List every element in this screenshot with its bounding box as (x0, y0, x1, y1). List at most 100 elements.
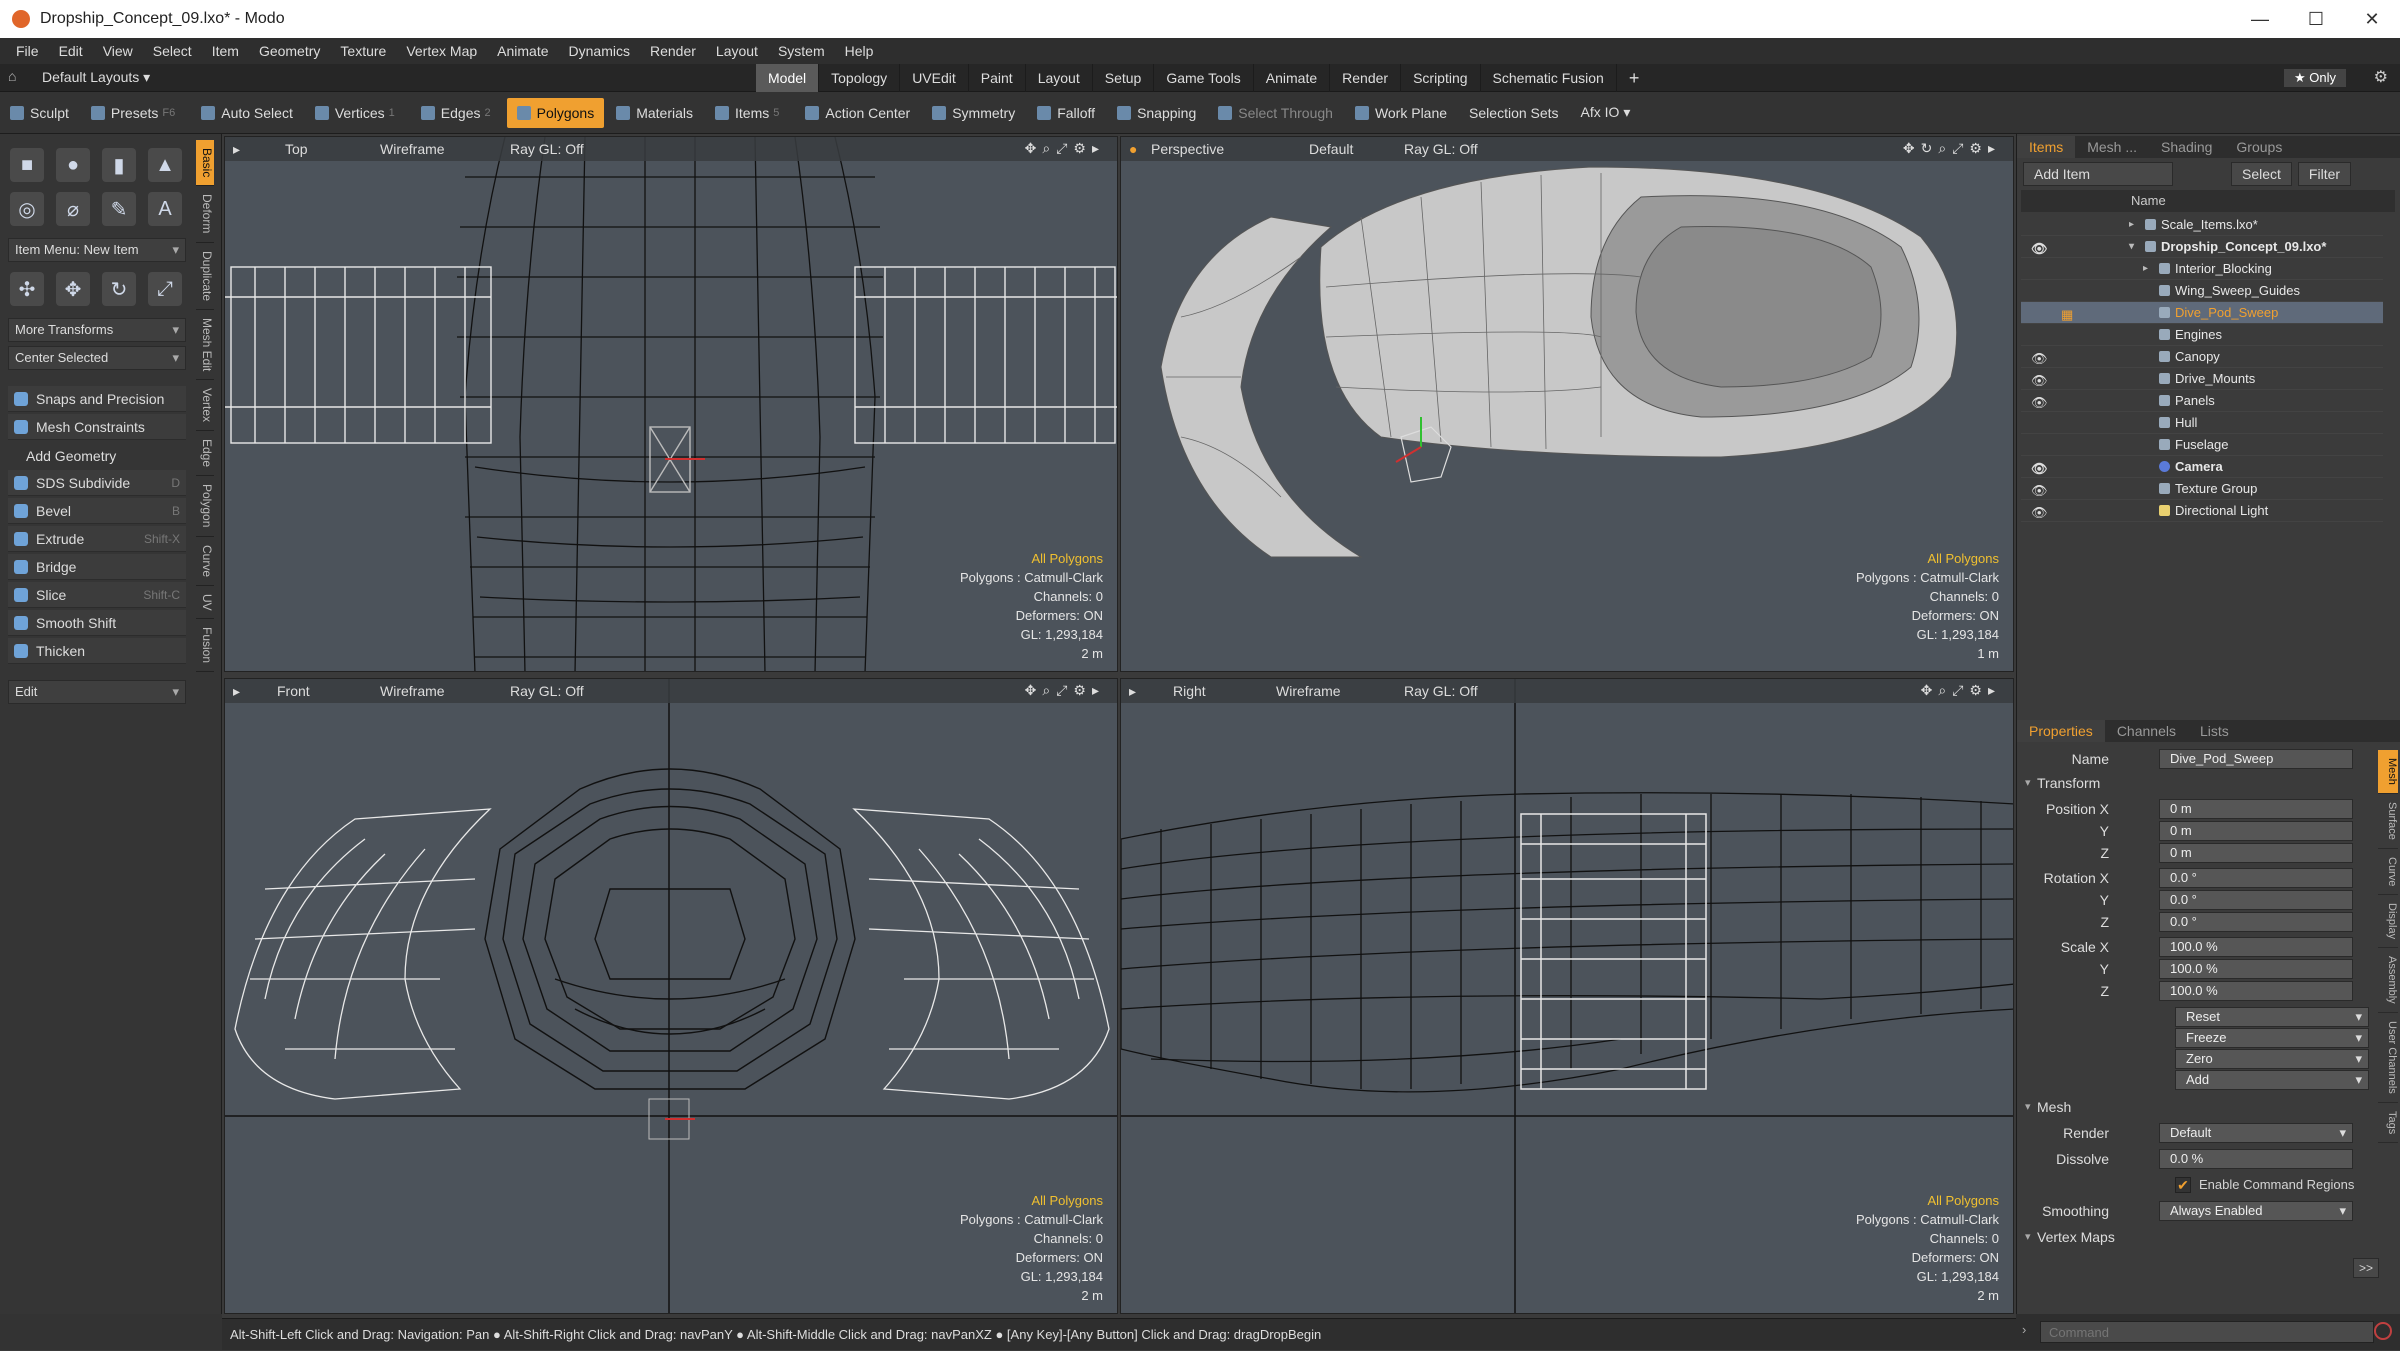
tab-channels[interactable]: Channels (2105, 720, 2188, 742)
rotation-x-input[interactable]: 0.0 ° (2159, 868, 2353, 888)
rotation-y-input[interactable]: 0.0 ° (2159, 890, 2353, 910)
vtab-curve[interactable]: Curve (2378, 849, 2398, 896)
viewport-right[interactable]: ▸ Right Wireframe Ray GL: Off ✥⌕⤢⚙▸ All … (1120, 678, 2014, 1314)
shading-dropdown[interactable]: Wireframe (1276, 683, 1341, 699)
capsule-icon[interactable]: ⌀ (56, 192, 90, 226)
scale-x-input[interactable]: 100.0 % (2159, 937, 2353, 957)
list-item[interactable]: 👁 Drive_Mounts (2021, 368, 2383, 390)
slice-button[interactable]: Slice Shift-C (8, 582, 186, 608)
vtab-mesh[interactable]: Mesh (2378, 750, 2398, 794)
viewport-nav-controls[interactable]: ✥⌕⤢⚙▸ (1025, 682, 1105, 699)
menu-render[interactable]: Render (640, 43, 706, 59)
add-item-dropdown[interactable]: Add Item (2023, 162, 2173, 186)
tab-paint[interactable]: Paint (969, 64, 1026, 92)
list-item-selected[interactable]: ▦ Dive_Pod_Sweep (2021, 302, 2383, 324)
tab-mesh[interactable]: Mesh ... (2075, 136, 2149, 158)
view-type-dropdown[interactable]: Top (285, 141, 308, 157)
thicken-button[interactable]: Thicken (8, 638, 186, 664)
presets-button[interactable]: Presets F6 (81, 98, 189, 128)
pen-icon[interactable]: ✎ (102, 192, 136, 226)
torus-icon[interactable]: ◎ (10, 192, 44, 226)
dissolve-input[interactable]: 0.0 % (2159, 1149, 2353, 1169)
move-icon[interactable]: ✥ (56, 272, 90, 306)
raygl-dropdown[interactable]: Ray GL: Off (1404, 683, 1478, 699)
center-selected-dropdown[interactable]: Center Selected (8, 346, 186, 370)
scale-icon[interactable]: ⤢ (148, 272, 182, 306)
menu-texture[interactable]: Texture (330, 43, 396, 59)
list-item[interactable]: Hull (2021, 412, 2383, 434)
extrude-button[interactable]: Extrude Shift-X (8, 526, 186, 552)
list-item[interactable]: Wing_Sweep_Guides (2021, 280, 2383, 302)
list-item[interactable]: 👁 Texture Group (2021, 478, 2383, 500)
menu-layout[interactable]: Layout (706, 43, 768, 59)
add-dropdown[interactable]: Add (2175, 1070, 2369, 1090)
smooth-shift-button[interactable]: Smooth Shift (8, 610, 186, 636)
name-column-header[interactable]: Name (2131, 190, 2166, 212)
edit-dropdown[interactable]: Edit (8, 680, 186, 704)
list-item[interactable]: 👁 ▾ Dropship_Concept_09.lxo* (2021, 236, 2383, 258)
menu-select[interactable]: Select (143, 43, 202, 59)
selection-sets-button[interactable]: Selection Sets (1459, 98, 1569, 128)
smoothing-dropdown[interactable]: Always Enabled (2159, 1201, 2353, 1221)
vtab-mesh-edit[interactable]: Mesh Edit (196, 310, 214, 381)
cylinder-icon[interactable]: ▮ (102, 148, 136, 182)
tab-animate[interactable]: Animate (1254, 64, 1331, 92)
sds-subdivide-button[interactable]: SDS Subdivide D (8, 470, 186, 496)
menu-item[interactable]: Item (202, 43, 249, 59)
vtab-polygon[interactable]: Polygon (196, 476, 214, 537)
eye-icon[interactable]: 👁 (2031, 370, 2048, 392)
eye-icon[interactable]: 👁 (2031, 238, 2048, 260)
shading-dropdown[interactable]: Wireframe (380, 141, 445, 157)
view-type-dropdown[interactable]: Perspective (1151, 141, 1224, 157)
transform-icon[interactable]: ✣ (10, 272, 44, 306)
list-item[interactable]: 👁 Canopy (2021, 346, 2383, 368)
more-transforms-dropdown[interactable]: More Transforms (8, 318, 186, 342)
vtab-display[interactable]: Display (2378, 895, 2398, 949)
item-menu-dropdown[interactable]: Item Menu: New Item (8, 238, 186, 262)
scale-z-input[interactable]: 100.0 % (2159, 981, 2353, 1001)
work-plane-button[interactable]: Work Plane (1345, 98, 1457, 128)
cone-icon[interactable]: ▲ (148, 148, 182, 182)
list-item[interactable]: 👁 Panels (2021, 390, 2383, 412)
vertex-maps-section[interactable]: Vertex Maps (2021, 1226, 2395, 1248)
shading-dropdown[interactable]: Wireframe (380, 683, 445, 699)
menu-edit[interactable]: Edit (49, 43, 93, 59)
list-item[interactable]: ▸ Interior_Blocking (2021, 258, 2383, 280)
sphere-icon[interactable]: ● (56, 148, 90, 182)
add-geometry-header[interactable]: Add Geometry (8, 444, 186, 468)
viewport-nav-controls[interactable]: ✥⌕⤢⚙▸ (1025, 140, 1105, 157)
snaps-precision-button[interactable]: Snaps and Precision (8, 386, 186, 412)
symmetry-button[interactable]: Symmetry (922, 98, 1025, 128)
sculpt-button[interactable]: Sculpt (0, 98, 79, 128)
tab-layout[interactable]: Layout (1026, 64, 1093, 92)
items-button[interactable]: Items 5 (705, 98, 793, 128)
select-through-button[interactable]: Select Through (1208, 98, 1343, 128)
lock-icon[interactable]: ▦ (2061, 304, 2073, 326)
snapping-button[interactable]: Snapping (1107, 98, 1206, 128)
vtab-deform[interactable]: Deform (196, 186, 214, 243)
viewport-menu-icon[interactable]: ▸ (233, 141, 240, 158)
text-icon[interactable]: A (148, 192, 182, 226)
viewport-nav-controls[interactable]: ✥⌕⤢⚙▸ (1921, 682, 2001, 699)
afx-io-dropdown[interactable]: Afx IO ▾ (1571, 98, 1641, 128)
tab-setup[interactable]: Setup (1093, 64, 1155, 92)
name-input[interactable]: Dive_Pod_Sweep (2159, 749, 2353, 769)
viewport-menu-icon[interactable]: ▸ (1129, 683, 1136, 700)
vtab-vertex[interactable]: Vertex (196, 380, 214, 432)
position-z-input[interactable]: 0 m (2159, 843, 2353, 863)
transform-section[interactable]: Transform (2021, 772, 2395, 794)
list-item[interactable]: Engines (2021, 324, 2383, 346)
list-item[interactable]: Fuselage (2021, 434, 2383, 456)
viewport-perspective[interactable]: ● Perspective Default Ray GL: Off ✥↻⌕⤢⚙▸… (1120, 136, 2014, 672)
vtab-edge[interactable]: Edge (196, 431, 214, 477)
menu-geometry[interactable]: Geometry (249, 43, 330, 59)
eye-icon[interactable]: 👁 (2031, 348, 2048, 370)
menu-dynamics[interactable]: Dynamics (559, 43, 640, 59)
list-item[interactable]: ▸ Scale_Items.lxo* (2021, 214, 2383, 236)
tab-items[interactable]: Items (2017, 136, 2076, 158)
tab-properties[interactable]: Properties (2017, 720, 2105, 742)
tab-groups[interactable]: Groups (2224, 136, 2294, 158)
menu-animate[interactable]: Animate (487, 43, 558, 59)
vtab-duplicate[interactable]: Duplicate (196, 243, 214, 310)
default-layouts-dropdown[interactable]: Default Layouts ▾ (42, 69, 150, 86)
